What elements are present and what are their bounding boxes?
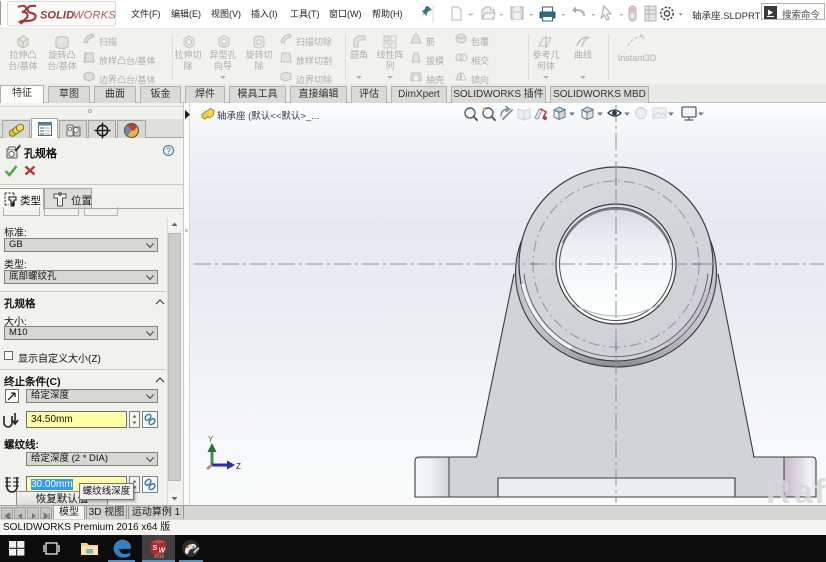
svg-text:2016: 2016 [154, 554, 165, 559]
svg-text:轴承座 (默认<<默认>_...: 轴承座 (默认<<默认>_... [217, 110, 319, 122]
svg-text:Y: Y [208, 435, 214, 444]
svg-text:Z: Z [236, 462, 241, 471]
svg-text:a: a [794, 473, 814, 505]
svg-text:WORKS: WORKS [73, 10, 116, 22]
svg-text:SOLID: SOLID [40, 10, 74, 22]
svg-text:f: f [814, 473, 826, 505]
svg-text:R: R [766, 473, 791, 505]
svg-text:S: S [153, 545, 158, 552]
